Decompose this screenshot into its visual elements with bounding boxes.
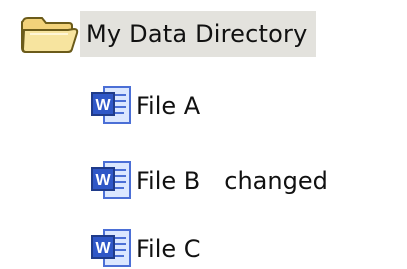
word-document-icon: W bbox=[91, 86, 131, 124]
svg-text:W: W bbox=[95, 97, 111, 114]
file-status-label: changed bbox=[224, 167, 328, 195]
file-label[interactable]: File B bbox=[136, 167, 200, 195]
file-label[interactable]: File A bbox=[136, 92, 200, 120]
tree-file-row[interactable]: W File A bbox=[88, 82, 200, 130]
word-document-icon: W bbox=[91, 229, 131, 267]
svg-text:W: W bbox=[95, 172, 111, 189]
tree-root-row[interactable]: My Data Directory bbox=[18, 8, 316, 60]
folder-icon bbox=[21, 17, 79, 53]
svg-text:W: W bbox=[95, 240, 111, 257]
folder-label[interactable]: My Data Directory bbox=[80, 11, 316, 57]
file-label[interactable]: File C bbox=[136, 235, 201, 263]
tree-file-row[interactable]: W File B changed bbox=[88, 157, 328, 205]
tree-file-row[interactable]: W File C bbox=[88, 225, 201, 269]
word-document-icon: W bbox=[91, 161, 131, 199]
